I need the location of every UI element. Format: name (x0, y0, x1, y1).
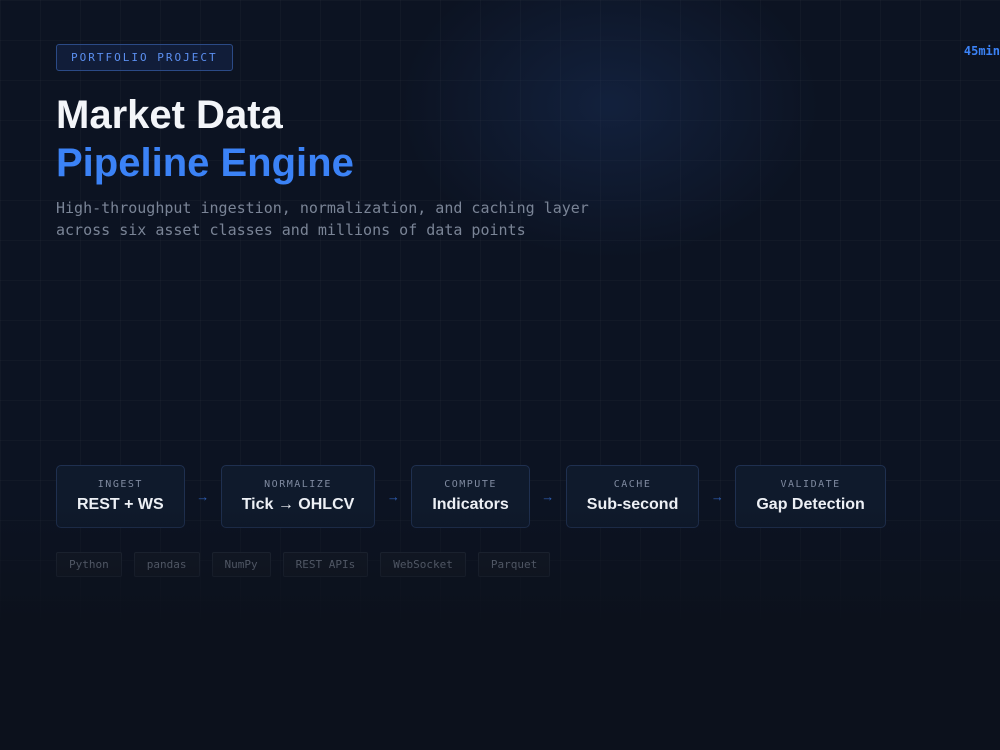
stage-validate: VALIDATE Gap Detection (735, 465, 886, 528)
stage-label: CACHE (613, 478, 652, 490)
tech-tag-python: Python (56, 552, 122, 577)
tech-tag-websocket: WebSocket (380, 552, 466, 577)
tech-stack-tags: Python pandas NumPy REST APIs WebSocket … (56, 552, 562, 577)
stage-label: NORMALIZE (264, 478, 332, 490)
stage-value: Indicators (432, 495, 509, 513)
stage-value: Tick → OHLCV (241, 495, 355, 513)
arrow-right-icon: → (710, 489, 724, 504)
page-subtitle: High-throughput ingestion, normalization… (56, 197, 616, 241)
stage-label: VALIDATE (780, 478, 841, 490)
arrow-right-icon: → (541, 489, 555, 504)
arrow-right-icon: → (386, 489, 400, 504)
subtitle-line-2: across six asset classes and millions of… (56, 221, 526, 239)
stage-cache: CACHE Sub-second (565, 465, 700, 528)
pipeline-diagram: INGEST REST + WS → NORMALIZE Tick → OHLC… (56, 465, 886, 528)
stage-value: REST + WS (77, 495, 164, 513)
tech-tag-pandas: pandas (133, 552, 200, 577)
duration-label: 45min (963, 44, 1000, 58)
tech-tag-numpy: NumPy (211, 552, 271, 577)
stage-normalize: NORMALIZE Tick → OHLCV (220, 465, 376, 528)
portfolio-badge: PORTFOLIO PROJECT (56, 44, 233, 71)
hero-section: PORTFOLIO PROJECT 45min Market Data Pipe… (0, 0, 1000, 625)
stage-ingest: INGEST REST + WS (56, 465, 185, 528)
stage-label: COMPUTE (444, 478, 497, 490)
page-title-line-1: Market Data (56, 93, 283, 137)
stage-label: INGEST (97, 478, 143, 490)
subtitle-line-1: High-throughput ingestion, normalization… (56, 199, 589, 217)
arrow-right-icon: → (196, 489, 210, 504)
tech-tag-rest-apis: REST APIs (282, 552, 369, 577)
stage-value: Sub-second (586, 495, 679, 513)
tech-tag-parquet: Parquet (477, 552, 551, 577)
page-title-line-2: Pipeline Engine (56, 141, 354, 185)
stage-value: Gap Detection (756, 495, 865, 513)
stage-compute: COMPUTE Indicators (411, 465, 530, 528)
